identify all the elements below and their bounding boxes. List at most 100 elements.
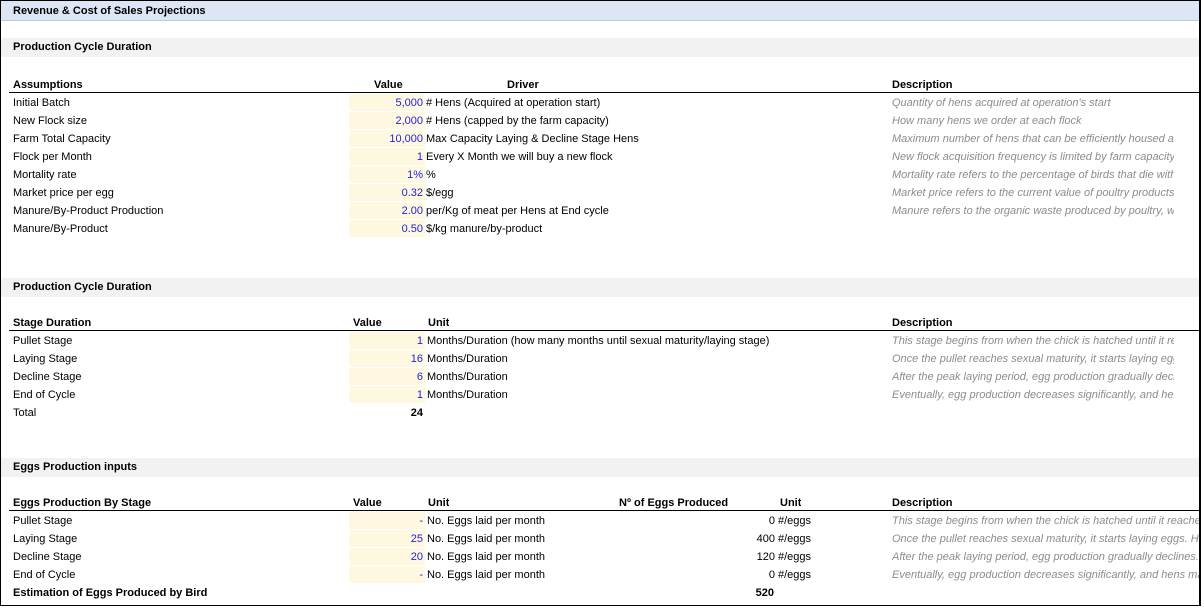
eggs-produced[interactable]: 0 (701, 512, 775, 530)
row-label[interactable]: Manure/By-Product Production (13, 202, 163, 220)
table-row: Mortality rate 1%% Mortality rate refers t… (1, 166, 1199, 184)
total-label[interactable]: Total (13, 404, 36, 422)
description-text[interactable] (892, 220, 1174, 238)
total-value[interactable]: 520 (701, 584, 774, 602)
total-label[interactable]: Estimation of Eggs Produced by Bird (13, 584, 207, 602)
description-text[interactable]: Quantity of hens acquired at operation's… (892, 94, 1174, 112)
header-divider (9, 510, 1199, 511)
driver-text[interactable]: $/egg (426, 184, 886, 202)
section-heading-row: Production Cycle Duration (1, 38, 1199, 56)
value-input[interactable]: 6 (349, 368, 423, 386)
description-text[interactable]: Once the pullet reaches sexual maturity,… (892, 350, 1174, 368)
unit-text[interactable]: Months/Duration (427, 386, 887, 404)
description-text[interactable]: Eventually, egg production decreases sig… (892, 386, 1174, 404)
eggs-unit[interactable]: #/eggs (778, 530, 878, 548)
value-input[interactable]: - (349, 512, 423, 530)
total-value[interactable]: 24 (351, 404, 423, 422)
unit-text[interactable]: No. Eggs laid per month (427, 548, 607, 566)
value-input[interactable]: 25 (349, 530, 423, 548)
table-row: Pullet Stage - No. Eggs laid per month 0 #/e… (1, 512, 1199, 530)
row-label[interactable]: Decline Stage (13, 548, 82, 566)
table-row: Flock per Month 1 Every X Month we will bu… (1, 148, 1199, 166)
row-label[interactable]: Initial Batch (13, 94, 70, 112)
row-label[interactable]: Flock per Month (13, 148, 92, 166)
value-input[interactable]: 1 (349, 332, 423, 350)
description-text[interactable]: Eventually, egg production decreases sig… (892, 566, 1199, 584)
description-text[interactable]: After the peak laying period, egg produc… (892, 548, 1199, 566)
section-heading[interactable]: Production Cycle Duration (13, 278, 152, 296)
table-row: End of Cycle 1 Months/Duration Eventually, … (1, 386, 1199, 404)
unit-text[interactable]: No. Eggs laid per month (427, 512, 607, 530)
table-row: Farm Total Capacity 10,000 Max Capacity La… (1, 130, 1199, 148)
value-input[interactable]: 2.00 (349, 202, 423, 220)
eggs-produced[interactable]: 0 (701, 566, 775, 584)
description-text[interactable]: After the peak laying period, egg produc… (892, 368, 1174, 386)
value-input[interactable]: 2,000 (349, 112, 423, 130)
row-label[interactable]: Mortality rate (13, 166, 77, 184)
table-row: Manure/By-Product Production 2.00 per/Kg o… (1, 202, 1199, 220)
value-input[interactable]: 1 (349, 148, 423, 166)
value-input[interactable]: - (349, 566, 423, 584)
table-row: New Flock size 2,000 # Hens (capped by the… (1, 112, 1199, 130)
value-input[interactable]: 5,000 (349, 94, 423, 112)
row-label[interactable]: Market price per egg (13, 184, 114, 202)
row-label[interactable]: Farm Total Capacity (13, 130, 111, 148)
eggs-produced[interactable]: 400 (701, 530, 775, 548)
unit-text[interactable]: Months/Duration (427, 350, 887, 368)
value-input[interactable]: 0.32 (349, 184, 423, 202)
eggs-unit[interactable]: #/eggs (778, 566, 878, 584)
unit-text[interactable]: Months/Duration (how many months until s… (427, 332, 887, 350)
section-heading[interactable]: Production Cycle Duration (13, 38, 152, 56)
description-text[interactable]: This stage begins from when the chick is… (892, 332, 1174, 350)
driver-text[interactable]: % (426, 166, 886, 184)
row-label[interactable]: End of Cycle (13, 566, 75, 584)
row-label[interactable]: Manure/By-Product (13, 220, 108, 238)
row-label[interactable]: Decline Stage (13, 368, 82, 386)
unit-text[interactable]: No. Eggs laid per month (427, 530, 607, 548)
header-divider (9, 330, 1199, 331)
description-text[interactable]: Maximum number of hens that can be effic… (892, 130, 1174, 148)
total-row: Estimation of Eggs Produced by Bird 520 (1, 584, 1199, 602)
value-input[interactable]: 16 (349, 350, 423, 368)
total-row: Total 24 (1, 404, 1199, 422)
table-row: Decline Stage 6 Months/Duration After the p… (1, 368, 1199, 386)
description-text[interactable]: Manure refers to the organic waste produ… (892, 202, 1174, 220)
driver-text[interactable]: # Hens (capped by the farm capacity) (426, 112, 886, 130)
row-label[interactable]: Pullet Stage (13, 512, 72, 530)
value-input[interactable]: 1 (349, 386, 423, 404)
section-heading[interactable]: Eggs Production inputs (13, 458, 137, 476)
unit-text[interactable]: No. Eggs laid per month (427, 566, 607, 584)
description-text[interactable]: This stage begins from when the chick is… (892, 512, 1199, 530)
row-label[interactable]: Pullet Stage (13, 332, 72, 350)
unit-text[interactable]: Months/Duration (427, 368, 887, 386)
driver-text[interactable]: Every X Month we will buy a new flock (426, 148, 886, 166)
driver-text[interactable]: Max Capacity Laying & Decline Stage Hens (426, 130, 886, 148)
table-row: Laying Stage 16 Months/Duration Once the pu… (1, 350, 1199, 368)
eggs-produced[interactable]: 120 (701, 548, 775, 566)
eggs-unit[interactable]: #/eggs (778, 548, 878, 566)
value-input[interactable]: 10,000 (349, 130, 423, 148)
value-input[interactable]: 1% (349, 166, 423, 184)
value-input[interactable]: 0.50 (349, 220, 423, 238)
description-text[interactable]: Mortality rate refers to the percentage … (892, 166, 1174, 184)
table-row: Manure/By-Product 0.50 $/kg manure/by-prod… (1, 220, 1199, 238)
row-label[interactable]: End of Cycle (13, 386, 75, 404)
driver-text[interactable]: per/Kg of meat per Hens at End cycle (426, 202, 886, 220)
value-input[interactable]: 20 (349, 548, 423, 566)
table-row: Pullet Stage 1 Months/Duration (how many m… (1, 332, 1199, 350)
table-row: End of Cycle - No. Eggs laid per month 0 #/e… (1, 566, 1199, 584)
driver-text[interactable]: $/kg manure/by-product (426, 220, 886, 238)
title-row: Revenue & Cost of Sales Projections (1, 2, 1199, 20)
description-text[interactable]: How many hens we order at each flock (892, 112, 1174, 130)
row-label[interactable]: Laying Stage (13, 530, 77, 548)
spreadsheet: Revenue & Cost of Sales Projections Prod… (0, 0, 1201, 606)
driver-text[interactable]: # Hens (Acquired at operation start) (426, 94, 886, 112)
eggs-unit[interactable]: #/eggs (778, 512, 878, 530)
description-text[interactable]: Market price refers to the current value… (892, 184, 1174, 202)
sheet-title[interactable]: Revenue & Cost of Sales Projections (13, 2, 206, 20)
header-divider (9, 92, 1199, 93)
row-label[interactable]: New Flock size (13, 112, 87, 130)
description-text[interactable]: New flock acquisition frequency is limit… (892, 148, 1174, 166)
description-text[interactable]: Once the pullet reaches sexual maturity,… (892, 530, 1199, 548)
row-label[interactable]: Laying Stage (13, 350, 77, 368)
